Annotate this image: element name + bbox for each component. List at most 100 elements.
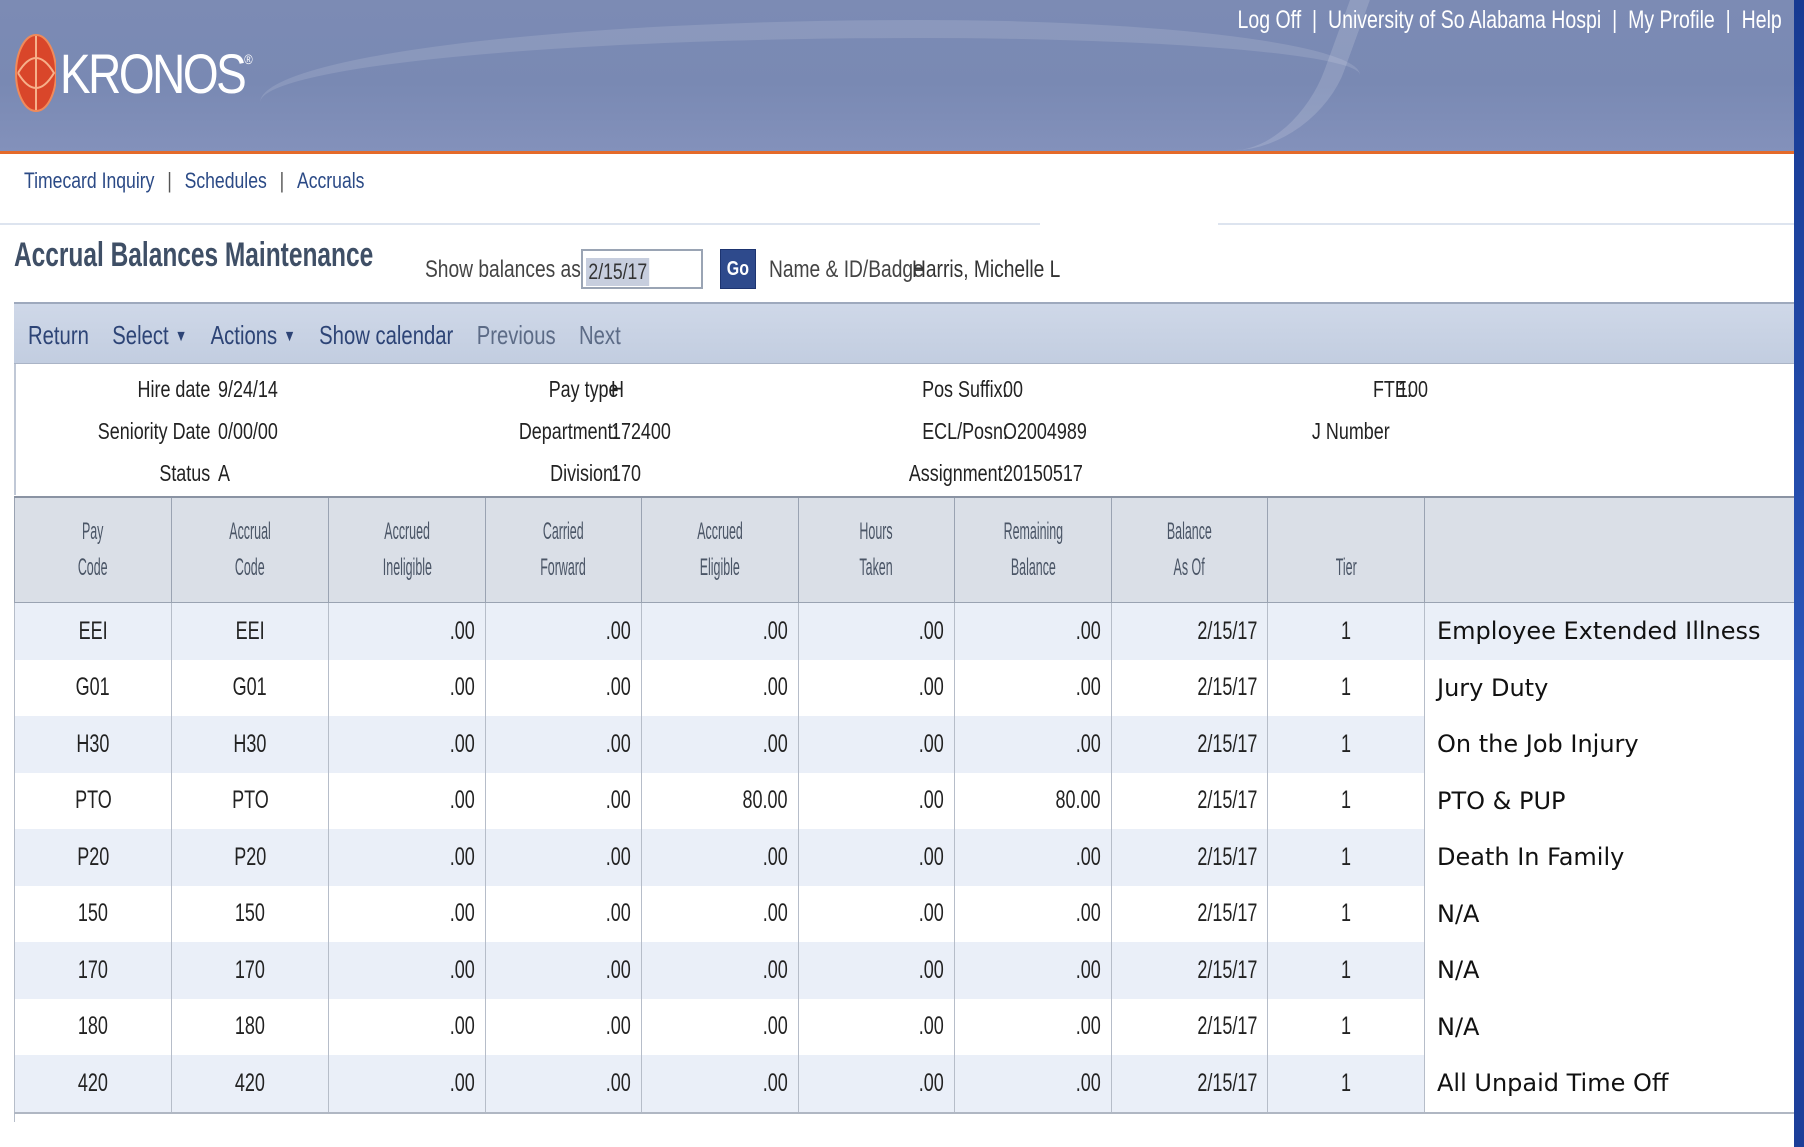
caret-down-icon: ▼ [283,328,296,346]
carried-forward-cell: .00 [485,885,642,942]
column-header[interactable]: Carried Forward [485,496,642,603]
remaining-balance-cell: 80.00 [954,772,1112,829]
hours-taken-cell: .00 [798,942,955,999]
status-value: A [218,460,230,486]
select-menu[interactable]: Select ▼ [112,320,187,351]
table-row[interactable]: 150 150.00.00.00.00.00 2/15/17 1 N/A [14,885,1794,942]
remaining-balance-cell: .00 [954,1055,1112,1113]
accrued-ineligible-cell: .00 [328,602,486,660]
balance-date-input[interactable]: 2/15/17 [581,249,703,289]
ecl-posn-value: O2004989 [1003,418,1087,444]
actions-menu[interactable]: Actions ▼ [211,320,296,351]
separator: | [1312,6,1318,34]
table-row[interactable]: 170 170.00.00.00.00.00 2/15/17 1 N/A [14,942,1794,999]
log-off-link[interactable]: Log Off [1238,6,1302,35]
accrual-code-cell: PTO [171,772,329,829]
balance-as-of-cell: 2/15/17 [1111,829,1268,886]
column-header[interactable]: Hours Taken [798,496,955,603]
kronos-window: KRONOS® Log Off | University of So Alaba… [0,0,1794,1147]
table-row[interactable]: G01 G01.00.00.00.00.00 2/15/17 1 Jury Duty [14,659,1794,716]
tier-cell: 1 [1267,716,1425,773]
help-link[interactable]: Help [1742,6,1782,35]
go-button[interactable]: Go [720,249,756,289]
table-row[interactable]: 180 180.00.00.00.00.00 2/15/17 1 N/A [14,998,1794,1055]
tier-cell: 1 [1267,942,1425,999]
slide-edge [1794,0,1804,1147]
column-header[interactable]: Balance As Of [1111,496,1268,603]
balance-as-of-cell: 2/15/17 [1111,602,1268,660]
accrued-ineligible-cell: .00 [328,829,486,886]
nav-accruals[interactable]: Accruals [297,168,364,194]
accrual-code-cell: G01 [171,659,329,716]
next-button[interactable]: Next [579,320,621,351]
tier-cell: 1 [1267,829,1425,886]
table-footer [14,1111,1794,1122]
accrued-ineligible-cell: .00 [328,716,486,773]
name-id-label: Name & ID/Badge [769,256,924,283]
remaining-balance-cell: .00 [954,885,1112,942]
hours-taken-cell: .00 [798,602,955,660]
accrued-eligible-cell: .00 [641,602,799,660]
employee-info-panel: Hire date 9/24/14 Seniority Date 0/00/00… [14,364,1794,495]
accrued-eligible-cell: .00 [641,885,799,942]
my-profile-link[interactable]: My Profile [1628,6,1715,35]
balance-as-of-cell: 2/15/17 [1111,1055,1268,1113]
return-button[interactable]: Return [28,320,89,351]
accrual-code-cell: 150 [171,885,329,942]
divider [0,223,1040,225]
caret-down-icon: ▼ [174,328,188,346]
accrual-code-cell: 420 [171,1055,329,1113]
accrued-ineligible-cell: .00 [328,998,486,1055]
table-row[interactable]: H30 H30.00.00.00.00.00 2/15/17 1 On the Job … [14,716,1794,773]
employee-name: Harris, Michelle L [912,256,1061,283]
fte-value: 100 [1398,376,1428,402]
remaining-balance-cell: .00 [954,998,1112,1055]
hours-taken-cell: .00 [798,998,955,1055]
remaining-balance-cell: .00 [954,602,1112,660]
accrual-code-cell: 170 [171,942,329,999]
logo-registered-mark: ® [244,50,253,67]
table-row[interactable]: 420 420.00.00.00.00.00 2/15/17 1 All Unpaid … [14,1055,1794,1113]
balance-as-of-cell: 2/15/17 [1111,659,1268,716]
column-header[interactable]: Pay Code [14,496,172,603]
column-header[interactable]: Accrued Ineligible [328,496,486,603]
table-row[interactable]: PTO PTO .00.00 80.00.00 80.00 2/15/17 1 PTO & P… [14,772,1794,829]
hire-date-label: Hire date [137,376,210,402]
tier-cell: 1 [1267,659,1425,716]
previous-button[interactable]: Previous [477,320,556,351]
column-header[interactable]: Tier [1267,496,1425,603]
balance-as-of-cell: 2/15/17 [1111,998,1268,1055]
pay-code-description: N/A [1424,942,1794,999]
separator: | [279,168,285,193]
nav-schedules[interactable]: Schedules [185,168,267,194]
logo-wordmark: KRONOS [60,41,247,105]
balance-as-of-cell: 2/15/17 [1111,885,1268,942]
remaining-balance-cell: .00 [954,659,1112,716]
show-calendar-button[interactable]: Show calendar [319,320,453,351]
accrued-eligible-cell: .00 [641,716,799,773]
remaining-balance-cell: .00 [954,942,1112,999]
division-label: Division: [550,460,618,486]
accrued-ineligible-cell: .00 [328,659,486,716]
carried-forward-cell: .00 [485,659,642,716]
seniority-date-label: Seniority Date [97,418,210,444]
pay-type-label: Pay type [548,376,618,402]
accrued-eligible-cell: 80.00 [641,772,799,829]
nav-timecard-inquiry[interactable]: Timecard Inquiry [24,168,154,194]
column-header[interactable]: Accrual Code [171,496,329,603]
column-header[interactable]: Remaining Balance [954,496,1112,603]
organization-link[interactable]: University of So Alabama Hospi [1328,6,1601,35]
balance-date-value: 2/15/17 [586,258,650,286]
accrued-ineligible-cell: .00 [328,772,486,829]
column-header[interactable]: Accrued Eligible [641,496,799,603]
department-value: 172400 [611,418,671,444]
hire-date-value: 9/24/14 [218,376,278,402]
table-row[interactable]: P20 P20.00.00.00.00.00 2/15/17 1 Death In Fa… [14,829,1794,886]
hours-taken-cell: .00 [798,716,955,773]
division-value: 170 [611,460,641,486]
table-row[interactable]: EEI EEI .00.00.00.00.00 2/15/17 1 Employee Ex… [14,602,1794,660]
pay-code-description: Death In Family [1424,829,1794,886]
accrued-ineligible-cell: .00 [328,942,486,999]
top-links: Log Off | University of So Alabama Hospi… [1238,6,1782,35]
separator: | [167,168,172,193]
